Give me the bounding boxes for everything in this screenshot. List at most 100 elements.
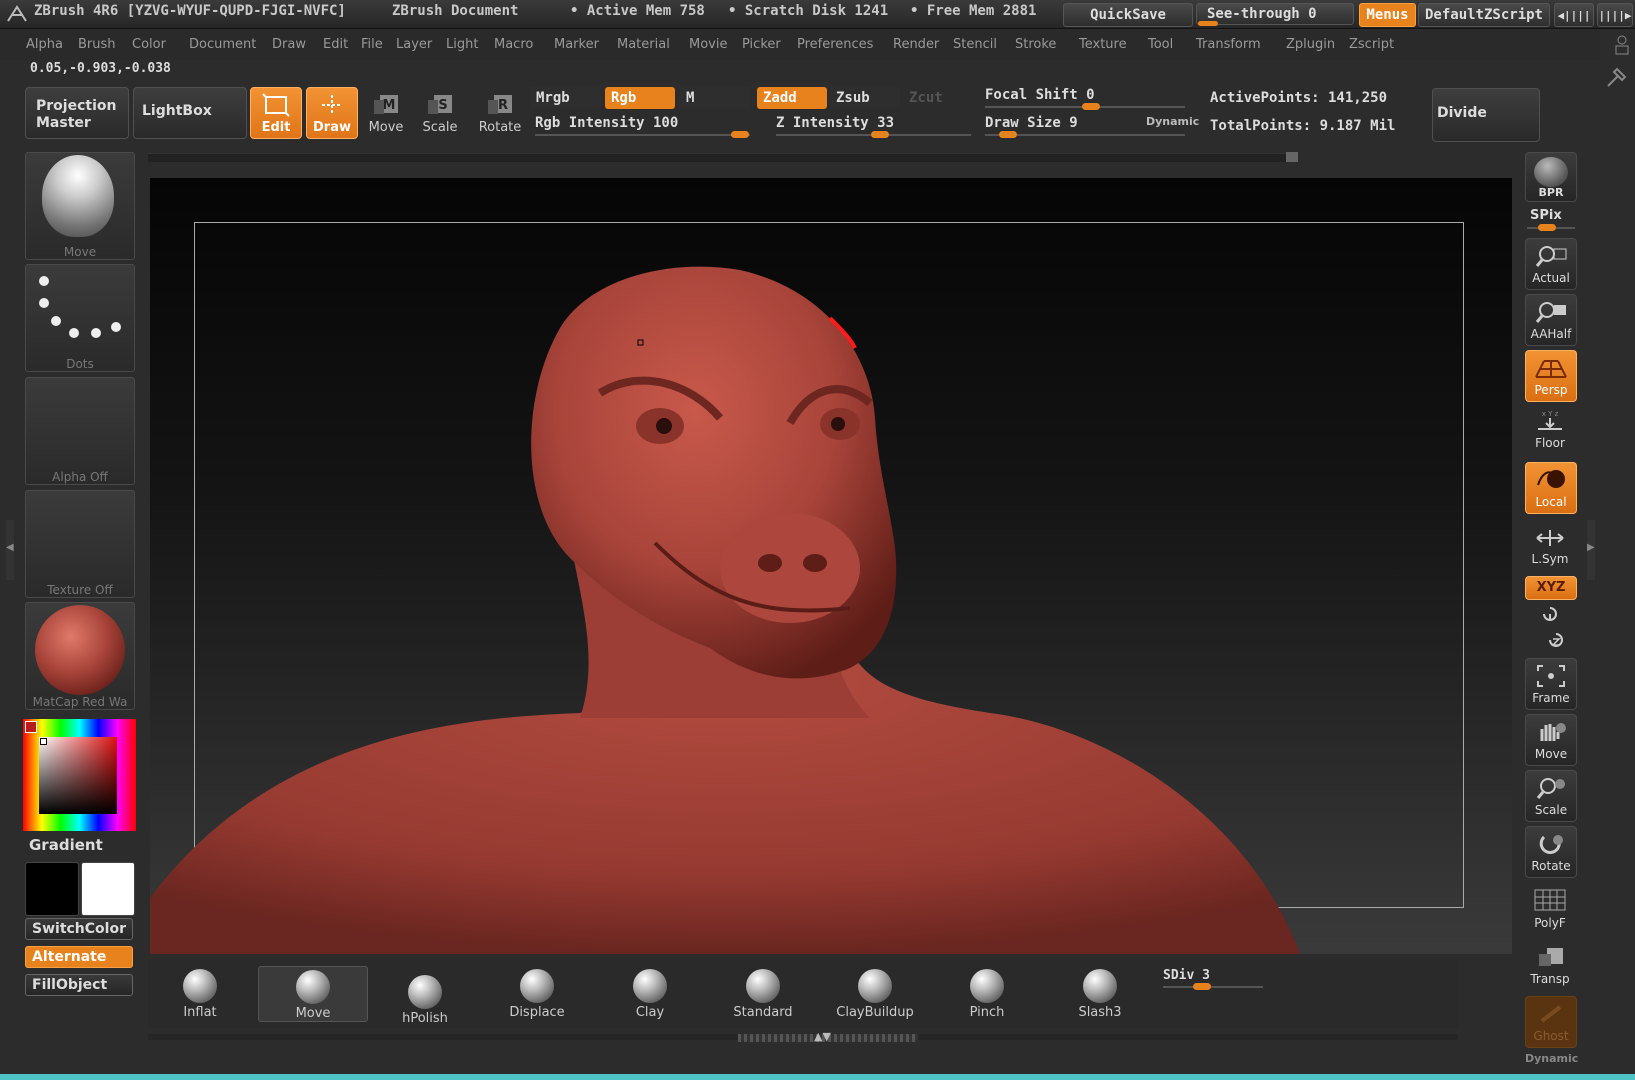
xyz-button[interactable]: XYZ	[1525, 576, 1577, 600]
ghost-button[interactable]: Ghost	[1525, 996, 1577, 1048]
floor-button[interactable]: x Y z Floor	[1525, 404, 1575, 454]
m-toggle[interactable]: M	[680, 87, 750, 109]
menu-render[interactable]: Render	[893, 37, 939, 52]
zadd-toggle[interactable]: Zadd	[757, 87, 827, 109]
menu-stencil[interactable]: Stencil	[953, 37, 997, 52]
local-button[interactable]: Local	[1525, 462, 1577, 514]
rgb-intensity-slider[interactable]	[535, 134, 750, 136]
menu-stroke[interactable]: Stroke	[1015, 37, 1056, 52]
zsub-toggle[interactable]: Zsub	[830, 87, 900, 109]
move-mode-button[interactable]: M Move	[361, 88, 411, 138]
brush-hpolish[interactable]: hPolish	[375, 972, 475, 1030]
color-picker-square[interactable]	[39, 737, 117, 814]
fill-object-button[interactable]: FillObject	[25, 974, 133, 996]
left-tray-toggle[interactable]: ◀	[6, 520, 14, 580]
default-zscript-button[interactable]: DefaultZScript	[1418, 3, 1550, 27]
brush-clay[interactable]: Clay	[600, 966, 700, 1024]
menu-file[interactable]: File	[361, 37, 383, 52]
right-tray-toggle[interactable]: ▶	[1587, 520, 1595, 580]
gradient-label[interactable]: Gradient	[29, 836, 103, 854]
collapse-shelf-icon[interactable]: ▲▼	[814, 1030, 831, 1043]
quicksave-button[interactable]: QuickSave	[1063, 3, 1193, 27]
menu-marker[interactable]: Marker	[554, 37, 599, 52]
rotate-mode-button[interactable]: R Rotate	[475, 88, 525, 138]
brush-displace[interactable]: Displace	[487, 966, 587, 1024]
texture-thumbnail[interactable]: Texture Off	[25, 490, 135, 598]
menu-document[interactable]: Document	[189, 37, 256, 52]
menu-alpha[interactable]: Alpha	[26, 37, 63, 52]
brush-slash3[interactable]: Slash3	[1050, 966, 1150, 1024]
rotate-z-axis-icon[interactable]	[1546, 630, 1566, 650]
brush-standard[interactable]: Standard	[713, 966, 813, 1024]
menu-movie[interactable]: Movie	[689, 37, 727, 52]
mrgb-toggle[interactable]: Mrgb	[530, 87, 600, 109]
sdiv-knob[interactable]	[1193, 983, 1211, 990]
alpha-thumbnail[interactable]: Alpha Off	[25, 377, 135, 485]
brush-pinch[interactable]: Pinch	[937, 966, 1037, 1024]
move-view-button[interactable]: Move	[1525, 714, 1577, 766]
menu-light[interactable]: Light	[446, 37, 478, 52]
brush-inflat[interactable]: Inflat	[150, 966, 250, 1024]
layout-toggle-icon[interactable]: ||||▶	[1597, 3, 1633, 27]
dynamic-persp-label[interactable]: Dynamic	[1525, 1052, 1578, 1065]
zcut-toggle[interactable]: Zcut	[903, 87, 973, 109]
scale-mode-button[interactable]: S Scale	[415, 88, 465, 138]
alternate-button[interactable]: Alternate	[25, 946, 133, 968]
material-thumbnail[interactable]: MatCap Red Wa	[25, 602, 135, 710]
menu-preferences[interactable]: Preferences	[797, 37, 873, 52]
hammer-icon[interactable]	[1604, 66, 1628, 90]
focal-shift-knob[interactable]	[1082, 103, 1100, 110]
spix-knob[interactable]	[1538, 224, 1556, 231]
menu-zscript[interactable]: Zscript	[1349, 37, 1394, 52]
rotate-view-button[interactable]: Rotate	[1525, 826, 1577, 878]
color-picker[interactable]	[23, 719, 136, 831]
lsym-button[interactable]: L.Sym	[1525, 520, 1575, 570]
main-color-swatch[interactable]	[25, 721, 37, 733]
top-scroll-strip[interactable]	[148, 153, 1298, 162]
primary-color-swatch[interactable]	[81, 862, 135, 916]
draw-mode-button[interactable]: Draw	[306, 87, 358, 139]
bpr-button[interactable]: BPR	[1525, 152, 1577, 202]
persp-button[interactable]: Persp	[1525, 350, 1577, 402]
menus-button[interactable]: Menus	[1359, 3, 1416, 27]
tray-icon[interactable]	[1612, 34, 1632, 56]
brush-claybuildup[interactable]: ClayBuildup	[825, 966, 925, 1024]
menu-edit[interactable]: Edit	[323, 37, 348, 52]
viewport-canvas[interactable]	[150, 178, 1512, 954]
stroke-thumbnail[interactable]: Dots	[25, 264, 135, 372]
lightbox-button[interactable]: LightBox	[133, 87, 247, 139]
projection-master-button[interactable]: Projection Master	[25, 87, 129, 139]
divide-button[interactable]: Divide	[1432, 88, 1540, 142]
menu-color[interactable]: Color	[132, 37, 166, 52]
menu-picker[interactable]: Picker	[742, 37, 781, 52]
transp-button[interactable]: Transp	[1525, 940, 1575, 990]
secondary-color-swatch[interactable]	[25, 862, 79, 916]
menu-draw[interactable]: Draw	[272, 37, 306, 52]
aahalf-button[interactable]: AAHalf	[1525, 294, 1577, 346]
polyf-button[interactable]: PolyF	[1525, 884, 1575, 934]
menu-layer[interactable]: Layer	[396, 37, 432, 52]
creature-model[interactable]	[150, 178, 1512, 954]
rotate-y-axis-icon[interactable]	[1540, 604, 1560, 624]
see-through-slider[interactable]: See-through 0	[1196, 3, 1354, 25]
menu-texture[interactable]: Texture	[1079, 37, 1127, 52]
menu-zplugin[interactable]: Zplugin	[1286, 37, 1335, 52]
scale-view-button[interactable]: Scale	[1525, 770, 1577, 822]
switch-color-button[interactable]: SwitchColor	[25, 918, 133, 940]
sdiv-slider[interactable]	[1163, 986, 1263, 988]
z-intensity-knob[interactable]	[871, 131, 889, 138]
menu-transform[interactable]: Transform	[1196, 37, 1261, 52]
hide-toggle-icon[interactable]: ◀||||	[1554, 3, 1594, 27]
color-picker-cursor[interactable]	[40, 738, 47, 745]
actual-button[interactable]: Actual	[1525, 238, 1577, 290]
menu-tool[interactable]: Tool	[1148, 37, 1173, 52]
see-through-knob[interactable]	[1198, 21, 1218, 26]
dynamic-toggle[interactable]: Dynamic	[1146, 115, 1199, 128]
top-scroll-handle[interactable]	[1286, 152, 1298, 162]
brush-move[interactable]: Move	[258, 966, 368, 1022]
rgb-toggle[interactable]: Rgb	[605, 87, 675, 109]
menu-brush[interactable]: Brush	[78, 37, 116, 52]
draw-size-knob[interactable]	[999, 131, 1017, 138]
rgb-intensity-knob[interactable]	[731, 131, 749, 138]
frame-button[interactable]: Frame	[1525, 658, 1577, 710]
